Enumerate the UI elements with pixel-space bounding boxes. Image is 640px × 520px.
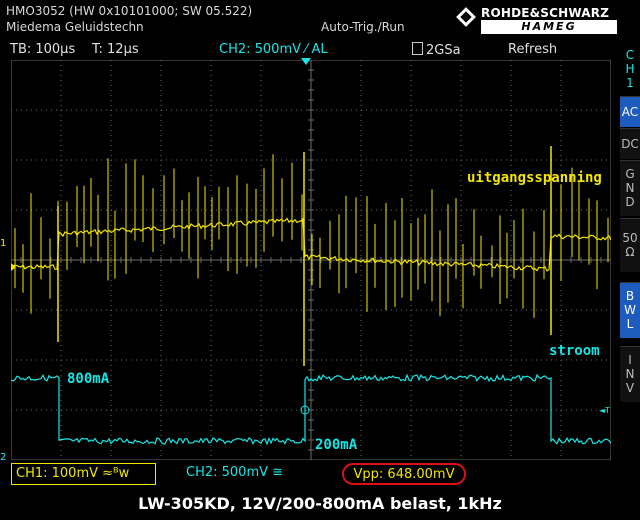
side-menu-gnd[interactable]: GND: [620, 160, 640, 216]
low-level-label: 200mA: [315, 437, 358, 453]
ch2-trigger-setting[interactable]: CH2: 500mV ⁄ AL: [219, 42, 328, 57]
trigger-level-icon: ◄T: [599, 406, 610, 415]
brand-name: ROHDE&SCHWARZ: [481, 6, 610, 20]
high-level-label: 800mA: [67, 371, 110, 387]
graticule: [11, 60, 611, 460]
user-line: Miedema Geluidstechn: [6, 20, 144, 34]
trigger-position-icon[interactable]: [301, 58, 311, 66]
brand-diamond-icon: [456, 7, 476, 27]
caption: LW-305KD, 12V/200-800mA belast, 1kHz: [0, 490, 640, 520]
trigger-mode: Auto-Trig./Run: [321, 20, 405, 34]
side-menu-bwl[interactable]: BWL: [620, 282, 640, 338]
brand-logo-block: ROHDE&SCHWARZ HAMEG: [455, 4, 635, 34]
model-line: HMO3052 (HW 0x10101000; SW 05.522): [6, 4, 253, 18]
side-menu-ac[interactable]: AC: [620, 96, 640, 127]
current-label: stroom: [549, 343, 600, 359]
side-menu-50ohm[interactable]: 50 Ω: [620, 218, 640, 272]
side-menu-channel[interactable]: CH1: [620, 34, 640, 94]
voltage-label: uitgangsspanning: [467, 170, 602, 186]
ch2-setting[interactable]: CH2: 500mV ≅: [186, 463, 283, 485]
ch2-ground-marker[interactable]: 2: [0, 452, 6, 463]
ch1-setting[interactable]: CH1: 100mV ≈ᴮw: [11, 463, 156, 485]
ch1-ground-marker[interactable]: 1: [0, 238, 6, 249]
memory-icon: [412, 42, 423, 55]
scope-display[interactable]: ◄T: [11, 60, 611, 460]
trigger-time[interactable]: T: 12µs: [92, 42, 139, 57]
sample-rate-block[interactable]: 2GSa: [412, 42, 461, 58]
sample-rate: 2GSa: [426, 43, 461, 58]
brand-sub: HAMEG: [481, 20, 617, 34]
vpp-measurement[interactable]: Vpp: 648.00mV: [342, 463, 466, 485]
timebase[interactable]: TB: 100µs: [10, 42, 75, 57]
side-menu-dc[interactable]: DC: [620, 128, 640, 159]
side-menu-inv[interactable]: INV: [620, 346, 640, 402]
acquire-mode[interactable]: Refresh: [508, 42, 557, 57]
